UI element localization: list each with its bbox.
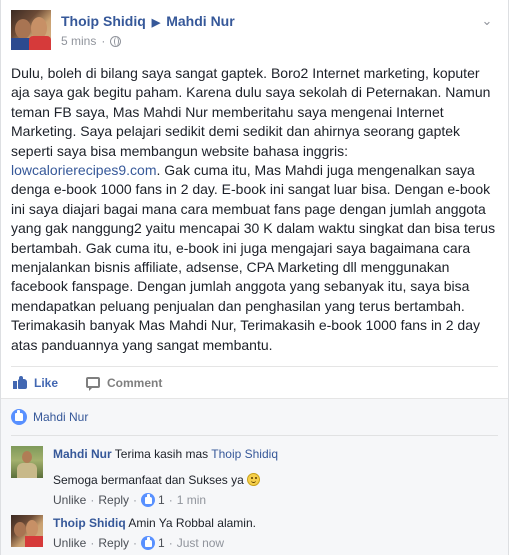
like-badge-icon: [11, 409, 27, 425]
comment-label: Comment: [107, 375, 163, 390]
comment-item: Thoip Shidiq Amin Ya Robbal alamin. Unli…: [11, 515, 498, 555]
reply-link[interactable]: Reply: [98, 535, 129, 551]
author-avatar[interactable]: [11, 10, 51, 50]
globe-icon[interactable]: [110, 35, 122, 47]
comment-time[interactable]: Just now: [177, 535, 224, 551]
comment-item: Mahdi Nur Terima kasih mas Thoip Shidiq …: [11, 446, 498, 508]
smile-emoji-icon: [247, 473, 261, 486]
post-timestamp[interactable]: 5 mins: [61, 34, 96, 48]
separator-dot: ·: [101, 34, 106, 48]
like-icon: [13, 376, 27, 389]
likes-summary: Mahdi Nur: [11, 399, 498, 436]
like-count: 1: [158, 493, 165, 507]
commenter-avatar[interactable]: [11, 446, 43, 478]
like-badge-icon: [141, 493, 156, 507]
author-name[interactable]: Thoip Shidiq: [61, 13, 146, 29]
post-card: Thoip Shidiq ▶ Mahdi Nur 5 mins · ⌄ Dulu, …: [0, 0, 509, 555]
comment-author[interactable]: Thoip Shidiq: [53, 516, 126, 530]
post-link[interactable]: lowcalorierecipes9.com: [11, 162, 157, 178]
comment-author[interactable]: Mahdi Nur: [53, 447, 112, 461]
comment-meta: Unlike · Reply · 1 · Just now: [53, 535, 225, 551]
chevron-down-icon[interactable]: ⌄: [480, 14, 494, 28]
comment-like-count[interactable]: 1: [141, 492, 165, 508]
like-label: Like: [34, 375, 59, 390]
post-text-part1: Dulu, boleh di bilang saya sangat gaptek…: [11, 65, 491, 159]
unlike-link[interactable]: Unlike: [53, 492, 86, 508]
commenter-avatar[interactable]: [11, 515, 43, 547]
post-meta: 5 mins ·: [61, 34, 122, 48]
like-button[interactable]: Like: [13, 376, 58, 390]
likes-names[interactable]: Mahdi Nur: [33, 410, 88, 424]
arrow-right-icon: ▶: [151, 17, 161, 29]
comment-text: Amin Ya Robbal alamin.: [128, 516, 256, 530]
post-header: Thoip Shidiq ▶ Mahdi Nur 5 mins · ⌄: [11, 10, 498, 54]
comment-body: Thoip Shidiq Amin Ya Robbal alamin. Unli…: [53, 515, 498, 551]
post-author-line: Thoip Shidiq ▶ Mahdi Nur: [61, 13, 235, 29]
action-bar: Like Comment: [11, 366, 498, 398]
post-body: Dulu, boleh di bilang saya sangat gaptek…: [11, 64, 501, 355]
comment-text: Terima kasih mas: [114, 447, 209, 461]
reply-link[interactable]: Reply: [98, 492, 129, 508]
comment-meta: Unlike · Reply · 1 · 1 min: [53, 492, 207, 508]
post-text-part2: . Gak cuma itu, Mas Mahdi juga mengenalk…: [11, 162, 496, 353]
comment-time[interactable]: 1 min: [177, 492, 206, 508]
comment-tag[interactable]: Thoip Shidiq: [211, 447, 278, 461]
unlike-link[interactable]: Unlike: [53, 535, 86, 551]
comment-button[interactable]: Comment: [86, 375, 163, 391]
comment-icon: [86, 377, 101, 391]
like-badge-icon: [141, 536, 156, 550]
like-count: 1: [158, 536, 165, 550]
target-name[interactable]: Mahdi Nur: [166, 13, 234, 29]
comment-text-2: Semoga bermanfaat dan Sukses ya: [53, 473, 244, 487]
comment-like-count[interactable]: 1: [141, 535, 165, 551]
comment-body: Mahdi Nur Terima kasih mas Thoip Shidiq …: [53, 446, 498, 508]
comment-section: Mahdi Nur Mahdi Nur Terima kasih mas Tho…: [1, 398, 508, 555]
